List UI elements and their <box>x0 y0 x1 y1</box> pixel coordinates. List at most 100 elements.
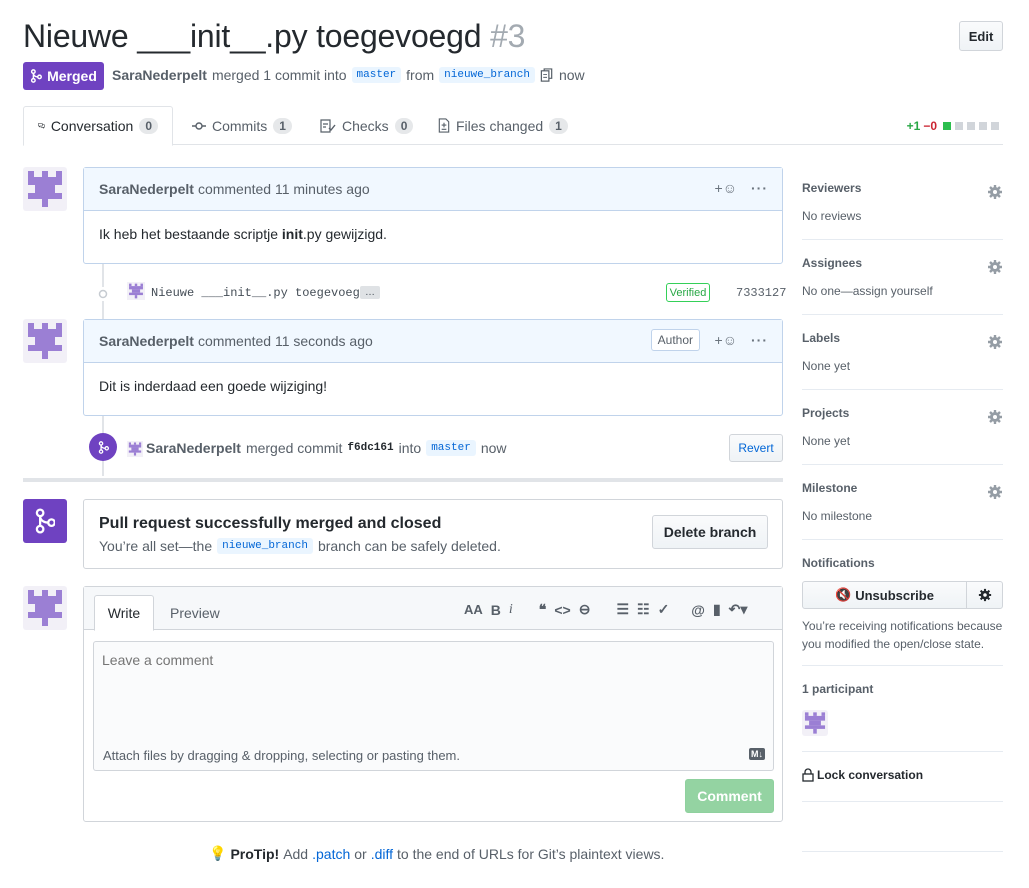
avatar[interactable] <box>23 319 67 363</box>
tab-checks-count: 0 <box>394 117 414 134</box>
reviewers-value: No reviews <box>802 209 862 223</box>
author-badge: Author <box>650 329 700 351</box>
comment-body: Dit is inderdaad een goede wijziging! <box>99 378 328 394</box>
tab-conversation-label: Conversation <box>50 118 134 134</box>
merged-state-label: Merged <box>47 68 97 84</box>
notification-settings-button[interactable] <box>966 581 1003 609</box>
comment-author[interactable]: SaraNederpelt <box>99 333 194 349</box>
tab-files-changed[interactable]: Files changed 1 <box>424 106 582 145</box>
sidebar-assignees: Assignees No one—assign yourself <box>802 256 1003 315</box>
bookmark-icon[interactable]: ▮ <box>713 601 721 618</box>
commit-message[interactable]: Nieuwe ___init__.py toegevoegd <box>151 286 367 300</box>
head-branch[interactable]: nieuwe_branch <box>439 67 535 83</box>
edit-button[interactable]: Edit <box>959 21 1003 51</box>
comment-actions: +☺ ··· <box>715 180 768 196</box>
delete-branch-button[interactable]: Delete branch <box>652 515 768 549</box>
protip-post: to the end of URLs for Git’s plaintext v… <box>397 845 665 862</box>
projects-label[interactable]: Projects <box>802 406 1003 420</box>
commit-sha[interactable]: 7333127 <box>736 286 786 300</box>
diff-link[interactable]: .diff <box>371 846 393 862</box>
heading-icon[interactable]: AA <box>464 602 483 617</box>
merged-box-sub-post: branch can be safely deleted. <box>317 538 501 554</box>
gear-icon[interactable] <box>987 409 1003 425</box>
task-list-icon[interactable]: ✓ <box>658 601 670 618</box>
comment-textarea[interactable] <box>93 641 774 741</box>
base-branch[interactable]: master <box>351 67 402 83</box>
verified-badge[interactable]: Verified <box>666 283 710 302</box>
add-reaction-icon[interactable]: +☺ <box>715 180 737 196</box>
git-commit-icon <box>192 121 206 130</box>
merge-time: now <box>480 440 507 456</box>
add-reaction-icon[interactable]: +☺ <box>715 332 737 348</box>
tab-preview[interactable]: Preview <box>170 605 220 621</box>
pr-time: now <box>558 67 585 83</box>
merge-event-text: SaraNederpelt merged commit f6dc161 into… <box>146 440 507 456</box>
code-icon[interactable]: <> <box>554 602 570 618</box>
tab-conversation[interactable]: Conversation 0 <box>23 106 173 146</box>
checklist-icon <box>320 118 336 133</box>
mention-icon[interactable]: @ <box>691 602 705 618</box>
bold-icon[interactable]: B <box>491 602 501 618</box>
copy-icon[interactable] <box>540 67 554 83</box>
milestone-label[interactable]: Milestone <box>802 481 1003 495</box>
sidebar-reviewers: Reviewers No reviews <box>802 181 1003 240</box>
merged-state-badge: Merged <box>23 62 104 90</box>
sidebar-lock: Lock conversation <box>802 768 1003 802</box>
notification-reason: You’re receiving notifications because y… <box>802 619 1003 651</box>
assignees-value[interactable]: No one—assign yourself <box>802 284 1003 298</box>
merged-box-branch[interactable]: nieuwe_branch <box>217 538 313 554</box>
attach-bar[interactable]: Attach files by dragging & dropping, sel… <box>93 740 774 771</box>
gear-icon[interactable] <box>987 259 1003 275</box>
comment-form: Write Preview AA B i ❝ <> ⊖ ☰ ☷ ✓ @ ▮ ↶▾… <box>83 586 783 822</box>
comment-button[interactable]: Comment <box>685 779 774 813</box>
merge-author[interactable]: SaraNederpelt <box>146 440 241 456</box>
lock-conversation-link[interactable]: Lock conversation <box>802 768 1003 782</box>
git-merge-icon <box>31 69 43 83</box>
git-merge-icon <box>89 433 117 461</box>
commit-expand-button[interactable]: … <box>360 286 380 299</box>
comment-timestamp[interactable]: commented 11 minutes ago <box>198 181 370 197</box>
reviewers-label[interactable]: Reviewers <box>802 181 1003 195</box>
merge-branch[interactable]: master <box>426 440 476 456</box>
avatar[interactable] <box>23 167 67 211</box>
merged-box-title: Pull request successfully merged and clo… <box>99 515 442 532</box>
editor-toolbar: AA B i ❝ <> ⊖ ☰ ☷ ✓ @ ▮ ↶▾ <box>464 601 747 618</box>
gear-icon[interactable] <box>987 184 1003 200</box>
tab-commits[interactable]: Commits 1 <box>178 106 306 145</box>
participant-avatar[interactable] <box>802 710 828 736</box>
diffstat-block <box>979 122 987 130</box>
markdown-icon[interactable]: M↓ <box>749 748 765 760</box>
gear-icon[interactable] <box>987 334 1003 350</box>
lock-icon <box>802 768 814 782</box>
avatar[interactable] <box>23 586 67 630</box>
merge-avatar[interactable] <box>127 441 143 457</box>
pr-author-link[interactable]: SaraNederpelt <box>112 67 207 83</box>
patch-link[interactable]: .patch <box>312 846 350 862</box>
ordered-list-icon[interactable]: ☷ <box>637 601 650 618</box>
reply-icon[interactable]: ↶▾ <box>729 601 748 618</box>
comment-timestamp[interactable]: commented 11 seconds ago <box>198 333 373 349</box>
sidebar-divider <box>802 851 1003 852</box>
tab-commits-count: 1 <box>273 117 292 134</box>
protip-or: or <box>354 845 367 862</box>
commit-avatar[interactable] <box>127 282 145 300</box>
link-icon[interactable]: ⊖ <box>579 601 591 618</box>
merged-box: Pull request successfully merged and clo… <box>83 499 783 569</box>
kebab-menu-icon[interactable]: ··· <box>751 332 768 348</box>
merge-text2: into <box>398 440 422 456</box>
tab-checks[interactable]: Checks 0 <box>306 106 427 145</box>
tab-checks-label: Checks <box>342 117 389 134</box>
unordered-list-icon[interactable]: ☰ <box>616 601 629 618</box>
kebab-menu-icon[interactable]: ··· <box>751 180 768 196</box>
gear-icon[interactable] <box>987 484 1003 500</box>
revert-button[interactable]: Revert <box>729 434 783 462</box>
unsubscribe-button[interactable]: 🔇 Unsubscribe <box>802 581 967 609</box>
tab-write[interactable]: Write <box>94 595 154 631</box>
italic-icon[interactable]: i <box>509 602 513 618</box>
labels-label[interactable]: Labels <box>802 331 1003 345</box>
comment-author[interactable]: SaraNederpelt <box>99 181 194 197</box>
quote-icon[interactable]: ❝ <box>539 601 547 618</box>
merge-sha[interactable]: f6dc161 <box>347 442 393 454</box>
assignees-label[interactable]: Assignees <box>802 256 1003 270</box>
sidebar-notifications: Notifications 🔇 Unsubscribe You’re recei… <box>802 556 1003 666</box>
